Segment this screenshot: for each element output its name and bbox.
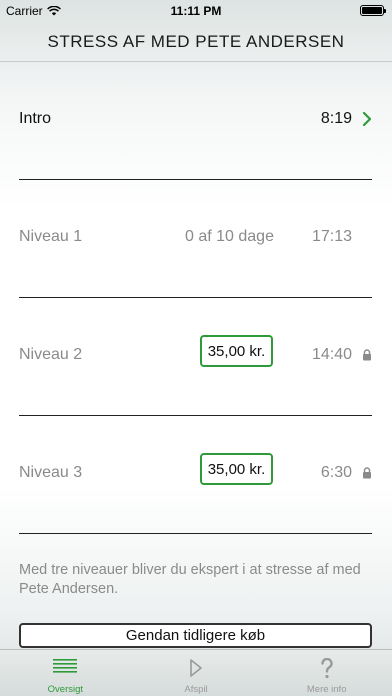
level-row-niveau-1[interactable]: Niveau 1 0 af 10 dage 17:13 xyxy=(19,180,372,298)
tab-bar: Oversigt Afspil Mere info xyxy=(0,649,392,696)
level-name: Intro xyxy=(19,110,52,127)
page-title: STRESS AF MED PETE ANDERSEN xyxy=(0,22,392,62)
level-name: Niveau 2 xyxy=(19,346,83,363)
clock: 11:11 PM xyxy=(170,4,222,18)
tab-label: Oversigt xyxy=(47,684,84,695)
description-text: Med tre niveauer bliver du ekspert i at … xyxy=(19,562,361,597)
level-progress: 0 af 10 dage xyxy=(185,228,274,245)
tab-label: Mere info xyxy=(306,684,347,695)
status-bar: Carrier 11:11 PM xyxy=(0,0,392,22)
lock-icon xyxy=(363,467,371,479)
buy-button[interactable]: 35,00 kr. xyxy=(200,453,273,485)
buy-button[interactable]: 35,00 kr. xyxy=(200,335,273,367)
tab-label: Afspil xyxy=(184,684,208,695)
level-row-niveau-2[interactable]: Niveau 2 35,00 kr. 14:40 xyxy=(19,298,372,416)
list-icon xyxy=(53,659,78,673)
level-duration: 6:30 xyxy=(320,464,352,481)
level-duration: 14:40 xyxy=(311,346,352,363)
question-icon xyxy=(320,658,333,679)
lock-icon xyxy=(363,349,371,361)
play-icon xyxy=(190,659,202,677)
level-duration: 8:19 xyxy=(320,110,352,127)
tab-oversigt[interactable]: Oversigt xyxy=(0,650,131,696)
tab-afspil[interactable]: Afspil xyxy=(131,650,262,696)
level-name: Niveau 3 xyxy=(19,464,83,481)
battery-fill xyxy=(362,7,382,14)
level-row-niveau-3[interactable]: Niveau 3 35,00 kr. 6:30 xyxy=(19,416,372,534)
level-duration: 17:13 xyxy=(311,228,352,245)
restore-purchases-button[interactable]: Gendan tidligere køb xyxy=(19,623,372,648)
chevron-right-icon xyxy=(362,111,372,127)
tab-mere-info[interactable]: Mere info xyxy=(261,650,392,696)
level-name: Niveau 1 xyxy=(19,228,83,245)
level-row-intro[interactable]: Intro 8:19 xyxy=(19,62,372,180)
battery-icon xyxy=(360,5,386,16)
